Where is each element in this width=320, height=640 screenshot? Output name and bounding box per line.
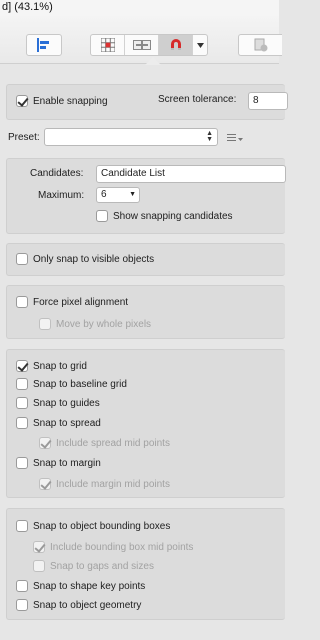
checkbox[interactable] — [16, 599, 28, 611]
snap-baseline-checkbox[interactable]: Snap to baseline grid — [16, 378, 127, 390]
align-left-icon — [37, 38, 49, 52]
spread-icon — [132, 40, 151, 50]
shape-key-checkbox[interactable]: Snap to shape key points — [16, 580, 145, 592]
checkbox[interactable] — [33, 560, 45, 572]
snapping-segment — [90, 34, 208, 56]
select-arrows-icon: ▲ ▼ — [206, 130, 213, 143]
preset-select[interactable]: ▲ ▼ — [44, 128, 218, 146]
checkbox[interactable] — [16, 397, 28, 409]
checkbox[interactable] — [16, 378, 28, 390]
align-button[interactable] — [26, 34, 62, 56]
checkbox[interactable] — [16, 360, 28, 372]
snap-bounding-checkbox[interactable]: Snap to object bounding boxes — [16, 520, 170, 532]
force-pixel-checkbox[interactable]: Force pixel alignment — [16, 296, 128, 308]
panel-pointer — [145, 57, 161, 65]
checkbox[interactable] — [33, 541, 45, 553]
checkbox[interactable] — [39, 478, 51, 490]
candidates-select[interactable]: Candidate List — [96, 165, 286, 183]
checkbox[interactable] — [16, 520, 28, 532]
enable-snapping-checkbox[interactable]: Enable snapping — [16, 95, 108, 107]
checkbox[interactable] — [16, 253, 28, 265]
screen-tolerance: Screen tolerance: — [158, 94, 237, 105]
checkbox[interactable] — [16, 580, 28, 592]
checkbox[interactable] — [16, 457, 28, 469]
maximum-label: Maximum: — [38, 190, 85, 201]
toolbar — [0, 16, 282, 64]
checkbox[interactable] — [96, 210, 108, 222]
checkbox[interactable] — [39, 318, 51, 330]
snapping-dropdown[interactable] — [193, 35, 207, 55]
screen-tolerance-input[interactable]: 8 — [248, 92, 288, 110]
candidates-label: Candidates: — [30, 168, 84, 179]
margin-mid-checkbox[interactable]: Include margin mid points — [39, 478, 170, 490]
snap-spread-checkbox[interactable]: Snap to spread — [16, 417, 101, 429]
pixel-alignment-group — [6, 285, 285, 339]
maximum-select[interactable]: 6 ▼ — [96, 187, 140, 203]
checkbox[interactable] — [39, 437, 51, 449]
bbox-mid-checkbox[interactable]: Include bounding box mid points — [33, 541, 193, 553]
visible-only-checkbox[interactable]: Only snap to visible objects — [16, 253, 154, 265]
show-candidates-checkbox[interactable]: Show snapping candidates — [96, 210, 233, 222]
snap-margin-checkbox[interactable]: Snap to margin — [16, 457, 101, 469]
magnet-button[interactable] — [159, 35, 193, 55]
gaps-checkbox[interactable]: Snap to gaps and sizes — [33, 560, 154, 572]
magnet-icon — [170, 39, 181, 50]
grid-button[interactable] — [91, 35, 125, 55]
snap-grid-checkbox[interactable]: Snap to grid — [16, 360, 87, 372]
window-title: d] (43.1%) — [0, 0, 279, 16]
snap-guides-checkbox[interactable]: Snap to guides — [16, 397, 100, 409]
dropdown-icon — [196, 42, 204, 48]
document-icon — [254, 38, 267, 52]
geometry-checkbox[interactable]: Snap to object geometry — [16, 599, 141, 611]
preset-menu-icon[interactable] — [227, 133, 243, 146]
checkbox[interactable] — [16, 95, 28, 107]
chevron-down-icon: ▼ — [129, 191, 136, 198]
preset-label: Preset: — [8, 132, 40, 143]
checkbox[interactable] — [16, 417, 28, 429]
checkbox[interactable] — [16, 296, 28, 308]
spread-button[interactable] — [125, 35, 159, 55]
grid-icon — [100, 38, 115, 52]
spread-mid-checkbox[interactable]: Include spread mid points — [39, 437, 170, 449]
document-button[interactable] — [238, 34, 282, 56]
move-whole-checkbox[interactable]: Move by whole pixels — [39, 318, 151, 330]
